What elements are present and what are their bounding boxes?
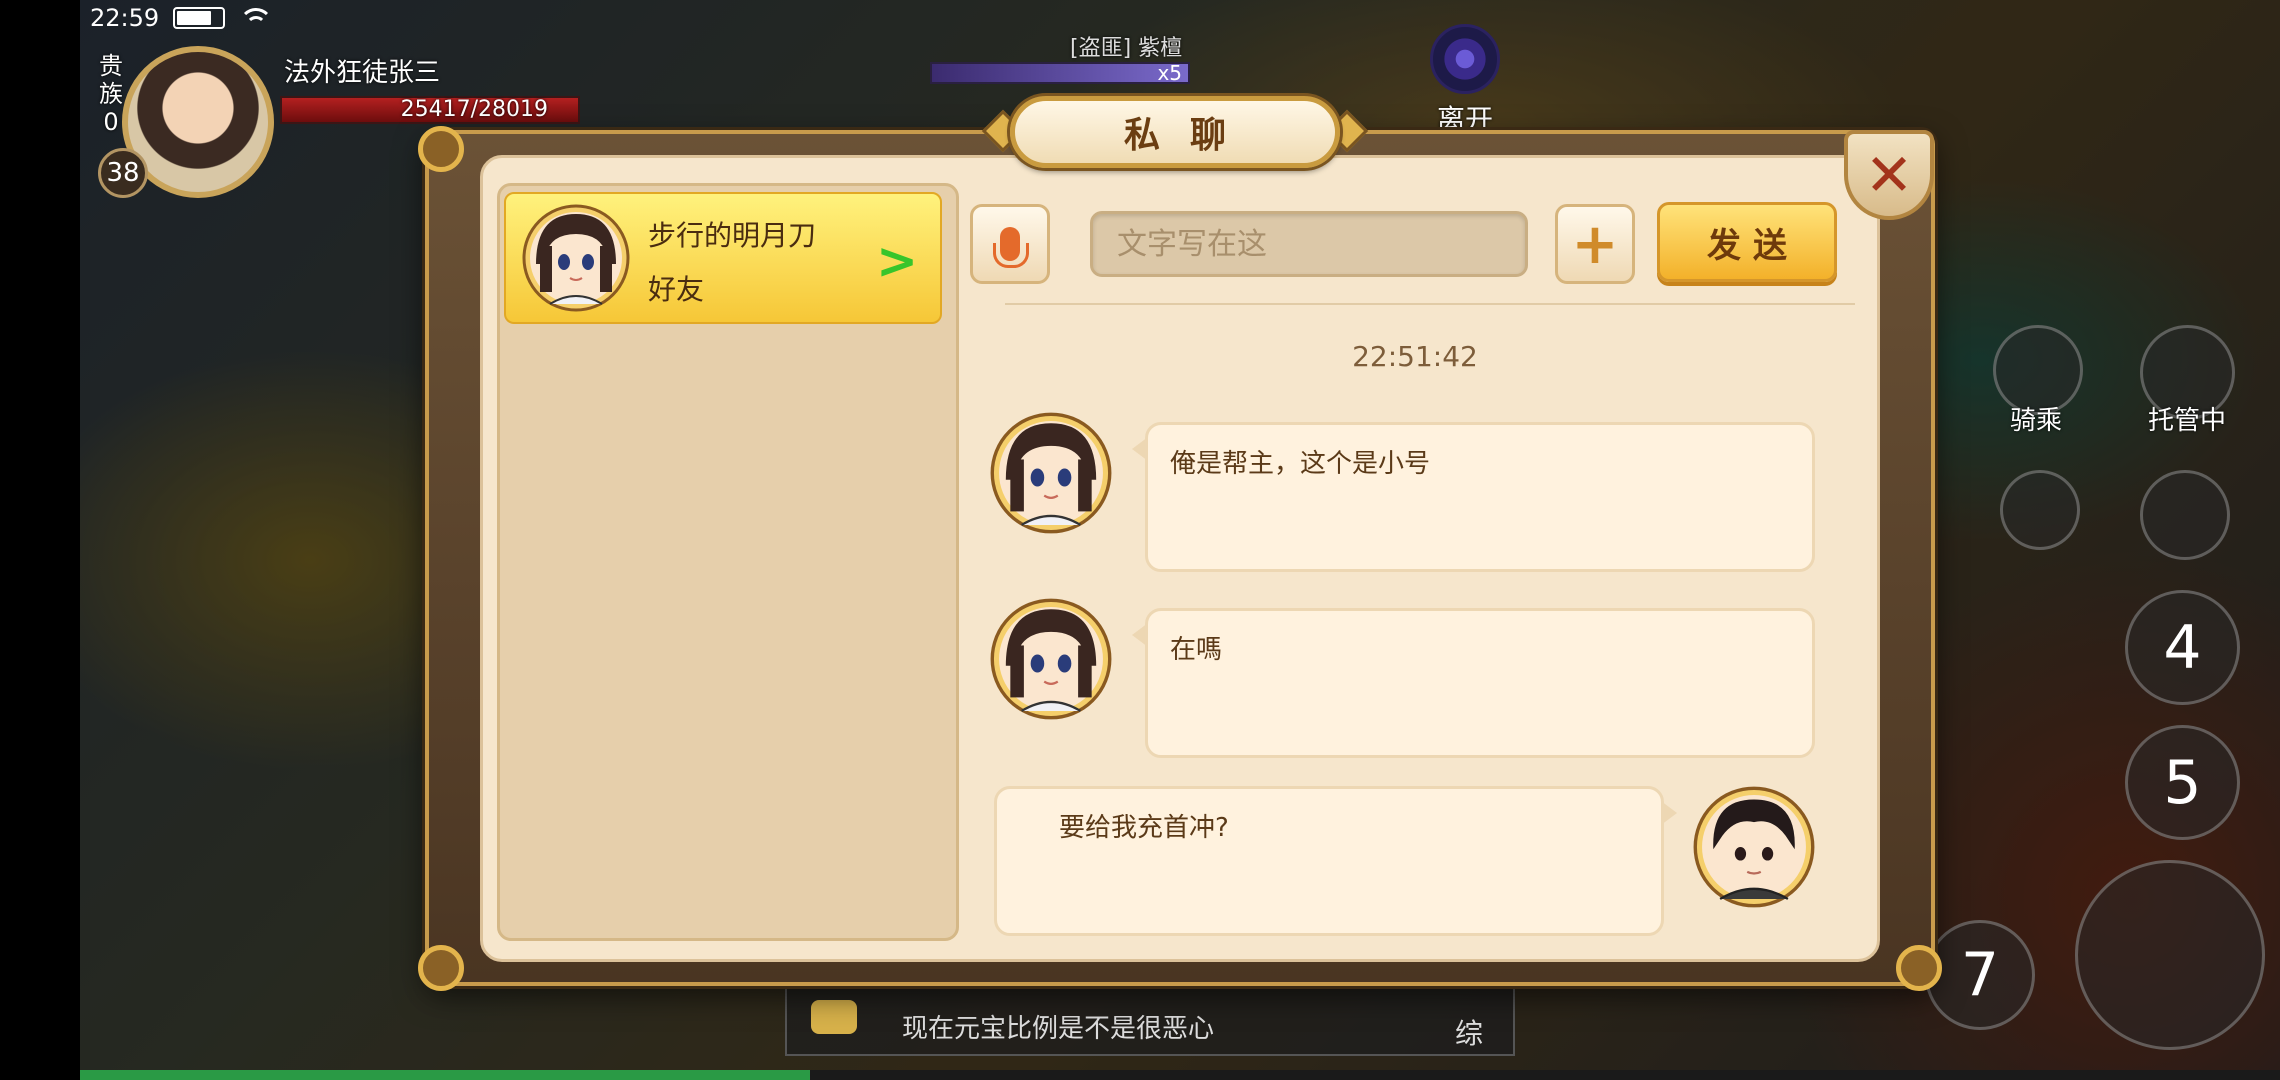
more-button[interactable]: + [1555, 204, 1635, 284]
attack-button[interactable] [2075, 860, 2265, 1050]
close-button[interactable]: ✕ [1844, 130, 1934, 220]
frame-corner-ornament [418, 945, 464, 991]
friend-avatar[interactable] [990, 598, 1112, 720]
dialog-title-plaque: 私聊 [1010, 96, 1340, 168]
skill-icon[interactable] [2000, 470, 2080, 550]
message-bubble: 在嗎 [1132, 608, 1815, 758]
exp-bar [80, 1070, 2280, 1080]
divider [1005, 303, 1855, 305]
send-button[interactable]: 发送 [1657, 202, 1837, 282]
frame-corner-ornament [1896, 945, 1942, 991]
player-name: 法外狂徒张三 [284, 58, 441, 88]
battery-icon [173, 7, 226, 29]
plus-icon: + [1571, 211, 1619, 277]
friend-avatar[interactable] [990, 412, 1112, 534]
contact-relation-tag: 好友 [648, 273, 705, 306]
message-text: 在嗎 [1170, 635, 1223, 665]
contact-name: 步行的明月刀 [648, 219, 817, 252]
enemy-name: [盗匪] 紫檀 [1070, 36, 1183, 61]
chat-channel-label[interactable]: 综 [1455, 1012, 1483, 1052]
auto-label: 托管中 [2148, 406, 2227, 436]
wifi-icon [239, 6, 274, 30]
clock: 22:59 [90, 4, 160, 32]
target-icon[interactable] [2140, 470, 2230, 560]
ride-label: 骑乘 [2010, 406, 2063, 436]
microphone-icon [993, 227, 1029, 268]
frame-corner-ornament [418, 126, 464, 172]
player-level-badge: 38 [98, 148, 148, 198]
skill-4-button[interactable]: 4 [2125, 590, 2240, 705]
message-bubble: 俺是帮主，这个是小号 [1132, 422, 1815, 572]
world-chat-bar[interactable]: 现在元宝比例是不是很恶心 综 [785, 984, 1515, 1056]
chat-bubble-icon [811, 1000, 857, 1034]
skill-7-button[interactable]: 7 [1925, 920, 2035, 1030]
leave-button[interactable]: 离开 [1420, 24, 1510, 136]
message-timestamp: 22:51:42 [1352, 340, 1478, 373]
world-chat-message: 现在元宝比例是不是很恶心 [902, 1014, 1215, 1044]
close-icon: ✕ [1864, 141, 1914, 209]
message-text: 俺是帮主，这个是小号 [1170, 449, 1431, 479]
my-avatar[interactable] [1693, 786, 1815, 908]
portal-icon [1430, 24, 1500, 94]
chevron-right-icon: > [876, 232, 918, 290]
skill-5-button[interactable]: 5 [2125, 725, 2240, 840]
message-input[interactable] [1090, 211, 1528, 277]
voice-button[interactable] [970, 204, 1050, 284]
message-bubble: 要给我充首冲? [994, 786, 1677, 936]
dialog-title: 私聊 [1123, 114, 1256, 156]
player-hp-bar: 25417/28019 [280, 96, 580, 124]
message-text: 要给我充首冲? [1059, 813, 1229, 843]
enemy-hp-bar: x5 [930, 61, 1190, 85]
contact-item[interactable]: 步行的明月刀 好友 > [504, 192, 942, 324]
send-label: 发送 [1707, 225, 1799, 266]
friend-avatar [522, 204, 630, 312]
status-bar: 22:59 [80, 0, 274, 36]
